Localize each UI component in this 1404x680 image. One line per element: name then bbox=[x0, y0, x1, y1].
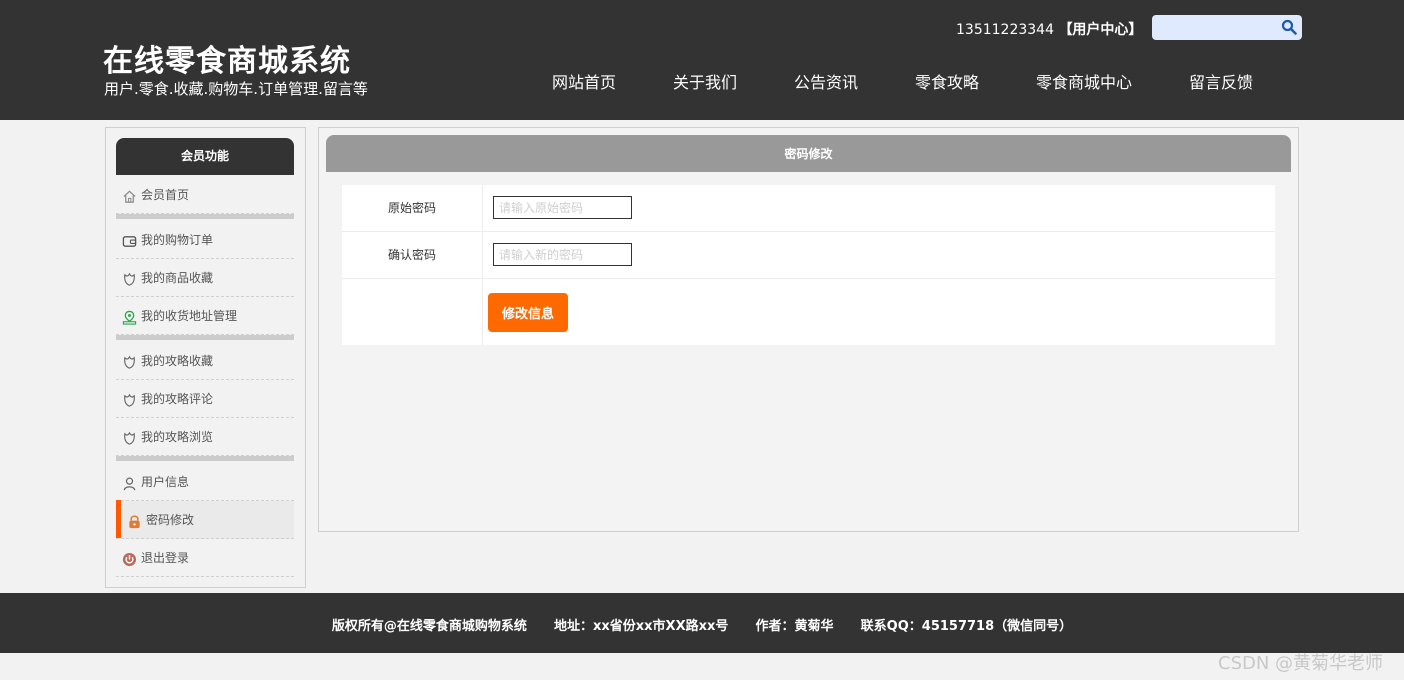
sidebar-item-label: 用户信息 bbox=[141, 475, 190, 489]
sidebar-item-label: 退出登录 bbox=[141, 551, 190, 565]
sidebar-item-address[interactable]: 我的收货地址管理 bbox=[116, 297, 294, 335]
sidebar-item-guide-favorites[interactable]: 我的攻略收藏 bbox=[116, 342, 294, 380]
sidebar-item-label: 我的购物订单 bbox=[141, 233, 214, 247]
user-info: 13511223344 【用户中心】 bbox=[956, 19, 1142, 39]
lock-icon bbox=[129, 515, 140, 529]
nav-news[interactable]: 公告资讯 bbox=[794, 69, 858, 93]
sidebar-item-change-password[interactable]: 密码修改 bbox=[116, 500, 294, 539]
nav-snack-guide[interactable]: 零食攻略 bbox=[915, 69, 979, 93]
sidebar-title: 会员功能 bbox=[116, 138, 294, 175]
original-password-label: 原始密码 bbox=[342, 185, 483, 231]
nav-home[interactable]: 网站首页 bbox=[552, 69, 616, 93]
sidebar: 会员功能 会员首页 我的购物订单 我的商品收藏 我的收货地址管理 我的攻略收藏 … bbox=[105, 127, 306, 588]
footer: 版权所有@在线零食商城购物系统 地址：xx省份xx市XX路xx号 作者：黄菊华 … bbox=[0, 593, 1404, 653]
nav-feedback[interactable]: 留言反馈 bbox=[1189, 69, 1253, 93]
submit-button[interactable]: 修改信息 bbox=[488, 293, 568, 332]
site-subtitle: 用户.零食.收藏.购物车.订单管理.留言等 bbox=[104, 80, 368, 98]
divider bbox=[116, 214, 294, 219]
sidebar-item-member-home[interactable]: 会员首页 bbox=[116, 176, 294, 214]
confirm-password-label: 确认密码 bbox=[342, 232, 483, 278]
main-panel: 密码修改 原始密码 确认密码 修改信息 bbox=[318, 127, 1299, 532]
user-center-link[interactable]: 【用户中心】 bbox=[1058, 22, 1142, 38]
flower-icon bbox=[124, 431, 135, 445]
confirm-password-input[interactable] bbox=[493, 243, 632, 266]
active-indicator bbox=[116, 500, 121, 538]
search-input[interactable] bbox=[1158, 18, 1280, 38]
power-icon bbox=[122, 552, 137, 567]
password-form: 原始密码 确认密码 修改信息 bbox=[342, 185, 1275, 345]
home-icon bbox=[123, 190, 136, 203]
nav-mall-center[interactable]: 零食商城中心 bbox=[1036, 69, 1132, 93]
flower-icon bbox=[124, 393, 135, 407]
flower-icon bbox=[124, 355, 135, 369]
sidebar-item-user-info[interactable]: 用户信息 bbox=[116, 463, 294, 501]
sidebar-item-product-favorites[interactable]: 我的商品收藏 bbox=[116, 259, 294, 297]
site-title: 在线零食商城系统 bbox=[103, 44, 351, 79]
empty-label-cell bbox=[342, 279, 483, 345]
search-box bbox=[1152, 15, 1302, 40]
sidebar-item-label: 会员首页 bbox=[141, 188, 190, 202]
user-phone: 13511223344 bbox=[956, 22, 1054, 38]
search-icon[interactable] bbox=[1281, 19, 1297, 35]
original-password-input[interactable] bbox=[493, 196, 632, 219]
user-icon bbox=[123, 477, 136, 491]
sidebar-item-label: 我的攻略浏览 bbox=[141, 430, 214, 444]
nav-about[interactable]: 关于我们 bbox=[673, 69, 737, 93]
sidebar-item-label: 密码修改 bbox=[146, 513, 195, 527]
panel-title: 密码修改 bbox=[326, 135, 1291, 172]
footer-text: 版权所有@在线零食商城购物系统 地址：xx省份xx市XX路xx号 作者：黄菊华 … bbox=[331, 619, 1073, 634]
wallet-icon bbox=[122, 236, 137, 247]
sidebar-item-label: 我的收货地址管理 bbox=[141, 309, 238, 323]
flower-icon bbox=[124, 272, 135, 286]
sidebar-item-guide-comments[interactable]: 我的攻略评论 bbox=[116, 380, 294, 418]
sidebar-item-label: 我的攻略收藏 bbox=[141, 354, 214, 368]
watermark: CSDN @黄菊华老师 bbox=[1218, 653, 1384, 674]
sidebar-item-label: 我的攻略评论 bbox=[141, 392, 214, 406]
form-row-submit bbox=[342, 279, 1275, 345]
sidebar-item-label: 我的商品收藏 bbox=[141, 271, 214, 285]
divider bbox=[116, 456, 294, 461]
form-row-confirm: 确认密码 bbox=[342, 232, 1275, 279]
sidebar-item-logout[interactable]: 退出登录 bbox=[116, 539, 294, 577]
sidebar-item-guide-history[interactable]: 我的攻略浏览 bbox=[116, 418, 294, 456]
form-row-original: 原始密码 bbox=[342, 185, 1275, 232]
sidebar-item-orders[interactable]: 我的购物订单 bbox=[116, 221, 294, 259]
header: 在线零食商城系统 用户.零食.收藏.购物车.订单管理.留言等 135112233… bbox=[0, 0, 1404, 120]
divider bbox=[116, 335, 294, 340]
location-icon bbox=[122, 310, 137, 325]
